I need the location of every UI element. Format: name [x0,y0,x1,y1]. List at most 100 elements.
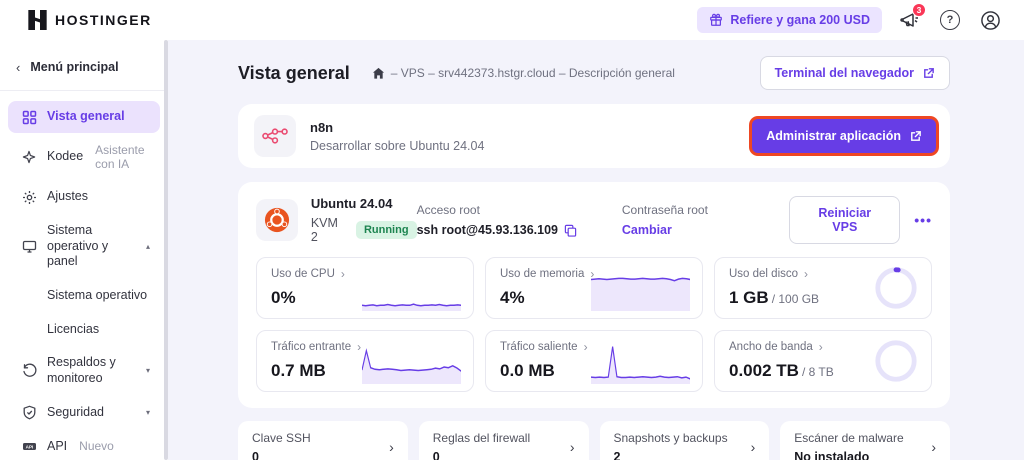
help-button[interactable]: ? [938,8,962,32]
more-options-icon[interactable]: ••• [914,212,932,228]
cpu-sparkline [362,265,461,311]
quick-card-value: No instalado [794,450,931,460]
metric-tile-traffic-out[interactable]: Tráfico saliente› 0.0 MB [485,330,703,392]
metric-tile-bandwidth[interactable]: Ancho de banda› 0.002 TB/ 8 TB [714,330,932,392]
brand-name: HOSTINGER [55,12,152,28]
quick-card-snapshots[interactable]: Snapshots y backups 2 › [600,421,770,460]
sidebar-item-label: Respaldos y monitoreo [47,355,136,386]
chevron-up-icon: ▴ [146,242,150,251]
breadcrumb-text: – VPS – srv442373.hstgr.cloud – Descripc… [391,66,675,80]
history-icon [21,363,37,379]
os-name: Ubuntu 24.04 [311,196,417,211]
metric-label: Tráfico entrante [271,341,351,353]
profile-icon [980,10,1001,31]
root-access-label: Acceso root [417,203,604,217]
announcements-button[interactable]: 3 [898,8,922,32]
api-icon: API [21,438,37,454]
sidebar-item-api[interactable]: API API Nuevo [8,430,160,460]
chevron-left-icon: ‹ [16,61,20,74]
quick-card-label: Snapshots y backups [614,431,751,445]
copy-icon[interactable] [564,224,577,237]
sidebar-item-label: Ajustes [47,189,88,205]
bandwidth-donut [820,338,919,384]
sidebar-item-seguridad[interactable]: Seguridad ▾ [8,396,160,428]
chevron-right-icon: › [751,439,756,455]
ubuntu-icon [256,199,298,241]
sidebar-item-label: Licencias [47,322,99,336]
chevron-down-icon: ▾ [146,408,150,417]
quick-card-malware-scanner[interactable]: Escáner de malware No instalado › [780,421,950,460]
referral-button[interactable]: Refiere y gana 200 USD [697,7,882,33]
sparkle-icon [21,149,37,165]
gear-icon [21,189,37,205]
metric-tile-traffic-in[interactable]: Tráfico entrante› 0.7 MB [256,330,474,392]
metric-value: 0.0 MB [500,361,555,380]
quick-card-value: 0 [252,450,389,460]
quick-card-label: Reglas del firewall [433,431,570,445]
ssh-command: ssh root@45.93.136.109 [417,223,558,237]
application-info: n8n Desarrollar sobre Ubuntu 24.04 [310,120,484,153]
root-access: Acceso root ssh root@45.93.136.109 [417,203,604,237]
sidebar-back-main-menu[interactable]: ‹ Menú principal [0,50,168,91]
manage-application-button[interactable]: Administrar aplicación [752,119,936,153]
page-title: Vista general [238,63,350,84]
application-card: n8n Desarrollar sobre Ubuntu 24.04 Admin… [238,104,950,168]
sidebar-item-label: API [47,439,67,455]
sidebar-item-label: Sistema operativo [47,288,147,302]
browser-terminal-button[interactable]: Terminal del navegador [760,56,950,90]
sidebar-subitem-sistema-operativo[interactable]: Sistema operativo [8,280,160,312]
quick-card-firewall[interactable]: Reglas del firewall 0 › [419,421,589,460]
referral-label: Refiere y gana 200 USD [730,13,870,27]
grid-icon [21,109,37,125]
metric-tile-cpu[interactable]: Uso de CPU› 0% [256,257,474,319]
sidebar-item-vista-general[interactable]: Vista general [8,101,160,133]
vps-header: Ubuntu 24.04 KVM 2 Running Acceso root s… [256,196,932,244]
root-password-label: Contraseña root [622,203,771,217]
page-header: Vista general – VPS – srv442373.hstgr.cl… [238,56,950,90]
vps-os-info: Ubuntu 24.04 KVM 2 Running [311,196,417,244]
disk-donut [820,265,919,311]
hostinger-logomark-icon [28,10,47,30]
change-password-link[interactable]: Cambiar [622,223,672,237]
metric-label: Uso de memoria [500,268,584,280]
metric-tile-memory[interactable]: Uso de memoria› 4% [485,257,703,319]
metric-suffix: / 100 GB [772,292,819,306]
terminal-button-label: Terminal del navegador [775,66,914,80]
status-badge: Running [356,221,417,239]
monitor-icon [21,238,37,254]
metric-value: 0.002 TB [729,361,799,380]
metric-value: 1 GB [729,288,769,307]
sidebar-item-kodee[interactable]: Kodee Asistente con IA [8,135,160,179]
sidebar-item-respaldos[interactable]: Respaldos y monitoreo ▾ [8,347,160,394]
sidebar-subitem-licencias[interactable]: Licencias [8,314,160,346]
quick-links: Clave SSH 0 › Reglas del firewall 0 › Sn… [238,421,950,460]
quick-card-ssh-keys[interactable]: Clave SSH 0 › [238,421,408,460]
sidebar-item-sistema-operativo-panel[interactable]: Sistema operativo y panel ▴ [8,215,160,278]
hostinger-logo[interactable]: HOSTINGER [28,10,152,30]
metric-value: 0.7 MB [271,361,326,380]
root-password: Contraseña root Cambiar [622,203,771,237]
chevron-right-icon: › [341,268,345,280]
notification-badge: 3 [912,3,926,17]
home-icon[interactable] [372,67,385,80]
quick-card-label: Escáner de malware [794,431,931,445]
application-description: Desarrollar sobre Ubuntu 24.04 [310,139,484,153]
quick-card-label: Clave SSH [252,431,389,445]
metric-value: 4% [500,288,525,307]
restart-vps-label: Reiniciar VPS [804,206,885,234]
topbar: HOSTINGER Refiere y gana 200 USD 3 ? [0,0,1024,40]
quick-card-value: 0 [433,450,570,460]
metric-label: Tráfico saliente [500,341,578,353]
metric-tile-disk[interactable]: Uso del disco› 1 GB/ 100 GB [714,257,932,319]
sidebar-item-suffix: Nuevo [79,439,114,453]
profile-button[interactable] [978,8,1002,32]
sidebar-item-ajustes[interactable]: Ajustes [8,181,160,213]
sidebar-scrollbar[interactable] [164,40,168,460]
plan-name: KVM 2 [311,216,348,244]
manage-application-label: Administrar aplicación [766,129,901,143]
sidebar-item-label: Sistema operativo y panel [47,223,136,270]
traffic-in-sparkline [362,338,461,384]
main-content: Vista general – VPS – srv442373.hstgr.cl… [168,40,1024,460]
metric-label: Ancho de banda [729,341,813,353]
restart-vps-button[interactable]: Reiniciar VPS [789,196,900,244]
